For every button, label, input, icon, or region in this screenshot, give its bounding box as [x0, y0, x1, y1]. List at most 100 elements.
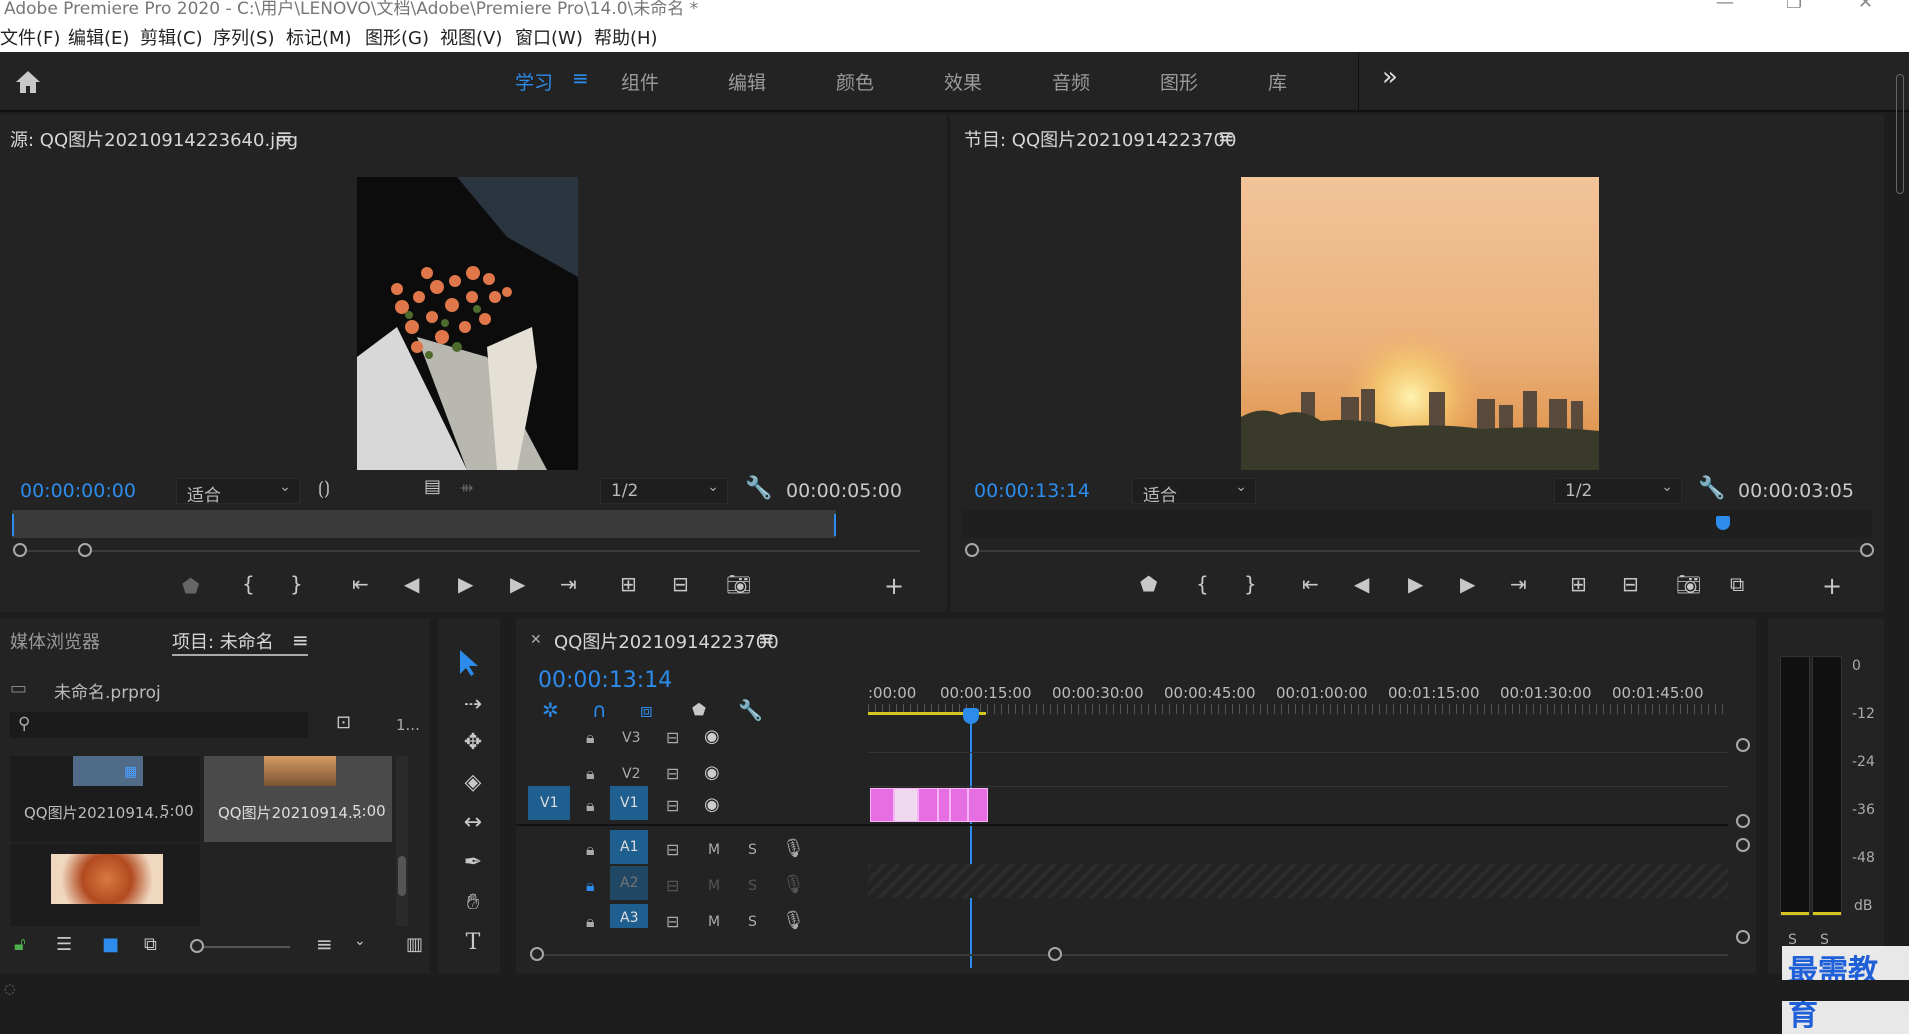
lock-icon[interactable]: 🔒︎ [586, 876, 595, 896]
audio-track-height-knob[interactable] [1736, 930, 1750, 944]
minimize-icon[interactable]: — [1716, 0, 1734, 13]
track-target-v1[interactable]: V1 [610, 786, 648, 820]
source-time-ruler[interactable] [12, 510, 836, 538]
workspace-menu-icon[interactable]: ≡ [572, 66, 589, 90]
program-add-button-icon[interactable]: + [1822, 574, 1842, 598]
go-to-in-icon[interactable]: ⇤ [352, 574, 369, 594]
slip-icon[interactable]: ↔ [456, 806, 490, 840]
menu-help[interactable]: 帮助(H) [594, 24, 658, 50]
workspace-libraries[interactable]: 库 [1268, 68, 1287, 95]
add-marker-icon[interactable]: ⬟ [182, 576, 199, 596]
workspace-effects[interactable]: 效果 [944, 68, 982, 95]
source-timecode[interactable]: 00:00:00:00 [20, 480, 136, 502]
voiceover-mic-icon[interactable]: 🎙︎ [782, 838, 805, 859]
lock-icon[interactable]: 🔒︎ [586, 912, 595, 932]
add-button-icon[interactable]: + [884, 574, 904, 598]
program-mark-in-icon[interactable]: { [1196, 574, 1209, 594]
menu-graphics[interactable]: 图形(G) [365, 24, 429, 50]
workspace-assembly[interactable]: 组件 [621, 68, 659, 95]
source-patch-v1[interactable]: V1 [528, 786, 570, 820]
workspace-graphics[interactable]: 图形 [1160, 68, 1198, 95]
type-tool-icon[interactable]: T [456, 926, 490, 960]
video-track-height-knob[interactable] [1736, 814, 1750, 828]
nest-icon[interactable]: ✲ [542, 700, 559, 720]
timeline-clip[interactable] [894, 788, 918, 822]
pen-icon[interactable]: ✒ [456, 846, 490, 880]
workspace-learn[interactable]: 学习 [515, 68, 553, 95]
lock-icon[interactable]: 🔒︎ [586, 840, 595, 860]
wrench-icon[interactable]: 🔧 [745, 478, 772, 500]
step-forward-icon[interactable]: ▶︎ [510, 574, 525, 594]
workspace-color[interactable]: 颜色 [836, 68, 874, 95]
icon-view-icon[interactable]: ■ [102, 936, 119, 954]
timeline-clip[interactable] [870, 788, 894, 822]
linked-selection-icon[interactable]: ⧈ [640, 700, 653, 720]
sync-lock-icon[interactable]: ⊟ [666, 876, 679, 895]
source-panel-menu-icon[interactable]: ≡ [276, 124, 293, 148]
selection-tool-icon[interactable] [454, 648, 484, 678]
go-to-out-icon[interactable]: ⇥ [560, 574, 577, 594]
program-playhead[interactable] [1716, 516, 1730, 530]
sync-lock-icon[interactable]: ⊟ [666, 728, 679, 747]
sort-chevron-icon[interactable]: ⌄ [354, 934, 366, 948]
mute-button[interactable]: M [708, 842, 720, 858]
lock-icon[interactable]: 🔒︎ [586, 764, 595, 784]
track-target-a1[interactable]: A1 [610, 830, 648, 864]
menu-marker[interactable]: 标记(M) [286, 24, 352, 50]
solo-button[interactable]: S [748, 914, 757, 930]
source-resolution-dropdown[interactable]: 1/2 ⌄ [600, 478, 728, 504]
source-zoom-end-knob[interactable] [78, 543, 92, 557]
timeline-zoom-end-knob[interactable] [1048, 947, 1062, 961]
more-workspaces-icon[interactable]: » [1382, 62, 1398, 92]
project-item[interactable]: QQ图片20210914... 5:00 [204, 756, 392, 842]
sync-lock-icon[interactable]: ⊟ [666, 912, 679, 931]
source-zoom-scrollbar[interactable] [20, 550, 920, 552]
comparison-view-icon[interactable]: ⧉ [1730, 574, 1744, 594]
source-zoom-start-knob[interactable] [13, 543, 27, 557]
restore-icon[interactable]: ❐ [1786, 0, 1802, 13]
project-item[interactable]: ▦ QQ图片20210914... 5:00 [10, 756, 200, 842]
snap-icon[interactable]: ∩ [592, 700, 607, 720]
sync-lock-icon[interactable]: ⊟ [666, 764, 679, 783]
mute-button[interactable]: M [708, 914, 720, 930]
list-view-icon[interactable]: ☰ [56, 936, 72, 954]
sort-icon[interactable]: ≡ [316, 934, 333, 954]
menu-edit[interactable]: 编辑(E) [68, 24, 129, 50]
new-search-bin-icon[interactable]: ⊡ [336, 714, 351, 732]
timeline-clip[interactable] [950, 788, 968, 822]
program-zoom-scrollbar[interactable] [972, 550, 1862, 552]
program-mark-out-icon[interactable]: } [1244, 574, 1257, 594]
project-scroll-thumb[interactable] [398, 856, 406, 896]
project-search-input[interactable]: ⚲ [10, 712, 308, 738]
lock-icon[interactable]: 🔓︎ [14, 936, 26, 954]
workspace-audio[interactable]: 音频 [1052, 68, 1090, 95]
track-label-v2[interactable]: V2 [622, 766, 640, 782]
extract-icon[interactable]: ⊟ [1622, 574, 1639, 594]
timeline-clip[interactable] [938, 788, 950, 822]
right-scroll-indicator[interactable] [1896, 74, 1904, 194]
timeline-clip[interactable] [968, 788, 988, 822]
program-export-frame-icon[interactable]: 📷︎ [1676, 574, 1701, 594]
tab-media-browser[interactable]: 媒体浏览器 [10, 628, 100, 654]
program-step-forward-icon[interactable]: ▶︎ [1460, 574, 1475, 594]
zoom-slider[interactable] [196, 946, 290, 948]
solo-button[interactable]: S [748, 878, 757, 894]
drag-audio-only-icon[interactable]: ⇻ [460, 480, 473, 496]
timeline-ruler-ticks[interactable] [868, 704, 1724, 714]
timeline-timecode[interactable]: 00:00:13:14 [538, 668, 672, 693]
project-panel-menu-icon[interactable]: ≡ [292, 628, 309, 652]
step-back-icon[interactable]: ◀︎ [404, 574, 419, 594]
program-panel-menu-icon[interactable]: ≡ [1218, 124, 1235, 148]
timeline-clip[interactable] [918, 788, 938, 822]
voiceover-mic-icon[interactable]: 🎙︎ [782, 910, 805, 931]
program-wrench-icon[interactable]: 🔧 [1698, 478, 1725, 500]
program-add-marker-icon[interactable]: ⬟ [1140, 574, 1157, 594]
video-track-height-knob[interactable] [1736, 738, 1750, 752]
solo-button[interactable]: S [748, 842, 757, 858]
source-fit-dropdown[interactable]: 适合 ⌄ [176, 478, 300, 506]
hand-icon[interactable]: ✋︎ [456, 886, 490, 920]
eye-icon[interactable]: ◉ [704, 762, 720, 783]
program-timecode[interactable]: 00:00:13:14 [974, 480, 1090, 502]
overwrite-icon[interactable]: ⊟ [672, 574, 689, 594]
menu-file[interactable]: 文件(F) [0, 24, 60, 50]
